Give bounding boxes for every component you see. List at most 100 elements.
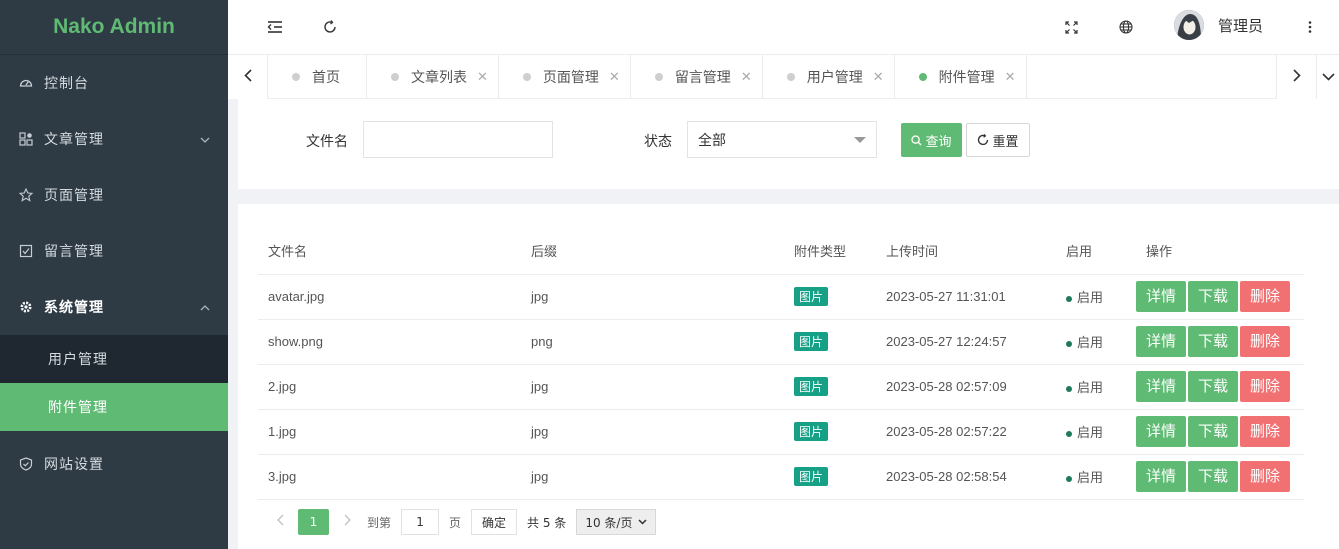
column-header: 文件名 bbox=[258, 228, 521, 275]
goto-page-input[interactable]: 1 bbox=[401, 509, 440, 535]
refresh-icon[interactable] bbox=[320, 17, 340, 37]
type-tag: 图片 bbox=[794, 377, 829, 396]
download-button[interactable]: 下载 bbox=[1188, 281, 1239, 312]
close-icon[interactable]: ✕ bbox=[609, 70, 620, 85]
fullscreen-icon[interactable] bbox=[1061, 17, 1081, 37]
chevron-up-icon bbox=[200, 299, 210, 315]
type-tag: 图片 bbox=[794, 422, 829, 441]
sidebar-item-site-settings[interactable]: 网站设置 bbox=[0, 431, 228, 497]
chevron-right-icon bbox=[1292, 68, 1301, 86]
tab-scroll-right[interactable] bbox=[1276, 55, 1316, 99]
delete-button[interactable]: 删除 bbox=[1240, 326, 1291, 357]
app-logo: Nako Admin bbox=[0, 0, 228, 55]
refresh-icon bbox=[977, 134, 989, 146]
chevron-down-icon bbox=[200, 131, 210, 147]
tab-attachment-manage[interactable]: 附件管理 ✕ bbox=[895, 55, 1027, 99]
cell-actions: 详情 下载 删除 bbox=[1136, 319, 1304, 365]
sidebar-item-dashboard[interactable]: 控制台 bbox=[0, 55, 228, 111]
detail-button[interactable]: 详情 bbox=[1136, 371, 1187, 402]
cell-extension: jpg bbox=[521, 274, 784, 320]
status-text: 启用 bbox=[1077, 380, 1104, 395]
cell-actions: 详情 下载 删除 bbox=[1136, 409, 1304, 455]
sidebar-item-label: 页面管理 bbox=[44, 188, 104, 204]
tab-menu-dropdown[interactable] bbox=[1316, 55, 1339, 99]
detail-button[interactable]: 详情 bbox=[1136, 416, 1187, 447]
goto-confirm-button[interactable]: 确定 bbox=[471, 509, 518, 535]
close-icon[interactable]: ✕ bbox=[741, 70, 752, 85]
close-icon[interactable]: ✕ bbox=[1005, 70, 1016, 85]
caret-down-icon bbox=[854, 137, 866, 143]
download-button[interactable]: 下载 bbox=[1188, 326, 1239, 357]
table-body: avatar.jpg jpg 图片 2023-05-27 11:31:01 启用 详情 下载… bbox=[258, 274, 1304, 500]
status-dot bbox=[1066, 430, 1072, 437]
cell-status: 启用 bbox=[1056, 274, 1136, 320]
tab-user-manage[interactable]: 用户管理 ✕ bbox=[763, 55, 895, 99]
filter-panel: 文件名 状态 全部 查询 重置 bbox=[238, 99, 1339, 189]
tab-dot bbox=[292, 73, 300, 81]
search-button[interactable]: 查询 bbox=[901, 123, 962, 157]
page-size-select[interactable]: 10 条/页 bbox=[576, 509, 657, 535]
tab-home[interactable]: 首页 bbox=[268, 55, 367, 99]
cell-status: 启用 bbox=[1056, 319, 1136, 365]
cell-type: 图片 bbox=[784, 319, 876, 365]
detail-button[interactable]: 详情 bbox=[1136, 461, 1187, 492]
status-select[interactable]: 全部 bbox=[687, 121, 877, 158]
detail-button[interactable]: 详情 bbox=[1136, 326, 1187, 357]
download-button[interactable]: 下载 bbox=[1188, 461, 1239, 492]
delete-button[interactable]: 删除 bbox=[1240, 416, 1291, 447]
tab-bar: 首页 文章列表 ✕ 页面管理 ✕ 留言管理 ✕ 用户管理 ✕ 附件管理 ✕ bbox=[228, 55, 1339, 99]
filename-input[interactable] bbox=[363, 121, 553, 158]
tab-page-manage[interactable]: 页面管理 ✕ bbox=[499, 55, 631, 99]
tab-label: 页面管理 bbox=[542, 70, 599, 86]
tab-label: 文章列表 bbox=[411, 70, 467, 86]
tab-label: 附件管理 bbox=[938, 70, 995, 86]
download-button[interactable]: 下载 bbox=[1188, 416, 1239, 447]
sidebar-item-pages[interactable]: 页面管理 bbox=[0, 167, 228, 223]
delete-button[interactable]: 删除 bbox=[1240, 281, 1291, 312]
column-header: 启用 bbox=[1056, 228, 1136, 275]
username-label[interactable]: 管理员 bbox=[1218, 15, 1263, 36]
tab-list: 首页 文章列表 ✕ 页面管理 ✕ 留言管理 ✕ 用户管理 ✕ 附件管理 ✕ bbox=[268, 55, 1027, 99]
menu-collapse-icon[interactable] bbox=[265, 17, 285, 37]
table-header-row: 文件名 后缀 附件类型 上传时间 启用 操作 bbox=[258, 228, 1304, 275]
sidebar-item-system[interactable]: 系统管理 bbox=[0, 279, 228, 335]
tab-dot bbox=[918, 73, 927, 81]
table-row: show.png png 图片 2023-05-27 12:24:57 启用 详情 下载 删除 bbox=[258, 319, 1304, 365]
sidebar-item-articles[interactable]: 文章管理 bbox=[0, 111, 228, 167]
globe-icon[interactable] bbox=[1116, 17, 1136, 37]
delete-button[interactable]: 删除 bbox=[1240, 461, 1291, 492]
column-header: 附件类型 bbox=[784, 228, 876, 275]
detail-button[interactable]: 详情 bbox=[1136, 281, 1187, 312]
tab-dot bbox=[654, 73, 663, 81]
next-page-icon[interactable] bbox=[335, 514, 359, 530]
tab-article-list[interactable]: 文章列表 ✕ bbox=[367, 55, 499, 99]
search-button-label: 查询 bbox=[925, 134, 952, 150]
sidebar-item-attachments[interactable]: 附件管理 bbox=[0, 383, 228, 431]
close-icon[interactable]: ✕ bbox=[477, 70, 488, 85]
dashboard-icon bbox=[18, 75, 34, 91]
prev-page-icon[interactable] bbox=[268, 514, 292, 530]
sidebar-item-users[interactable]: 用户管理 bbox=[0, 335, 228, 383]
page-size-value: 10 条/页 bbox=[585, 515, 633, 530]
delete-button[interactable]: 删除 bbox=[1240, 371, 1291, 402]
system-submenu: 用户管理 附件管理 bbox=[0, 335, 228, 431]
more-vertical-icon[interactable] bbox=[1300, 17, 1320, 37]
status-select-value: 全部 bbox=[698, 132, 726, 149]
cell-actions: 详情 下载 删除 bbox=[1136, 454, 1304, 500]
download-button[interactable]: 下载 bbox=[1188, 371, 1239, 402]
cell-filename: show.png bbox=[258, 319, 521, 365]
reset-button-label: 重置 bbox=[992, 134, 1019, 150]
avatar[interactable] bbox=[1174, 10, 1204, 40]
column-header: 上传时间 bbox=[876, 228, 1056, 275]
tab-scroll-left[interactable] bbox=[228, 55, 268, 99]
sidebar-item-comments[interactable]: 留言管理 bbox=[0, 223, 228, 279]
close-icon[interactable]: ✕ bbox=[873, 70, 884, 85]
status-dot bbox=[1066, 475, 1072, 482]
tab-comment-manage[interactable]: 留言管理 ✕ bbox=[631, 55, 763, 99]
table-panel: 文件名 后缀 附件类型 上传时间 启用 操作 avatar.jpg jpg 图片 20… bbox=[238, 204, 1339, 549]
reset-button[interactable]: 重置 bbox=[966, 123, 1030, 157]
current-page[interactable]: 1 bbox=[298, 509, 329, 535]
sidebar-item-label: 控制台 bbox=[44, 76, 89, 92]
type-tag: 图片 bbox=[794, 467, 829, 486]
sidebar-item-label: 系统管理 bbox=[44, 300, 104, 316]
